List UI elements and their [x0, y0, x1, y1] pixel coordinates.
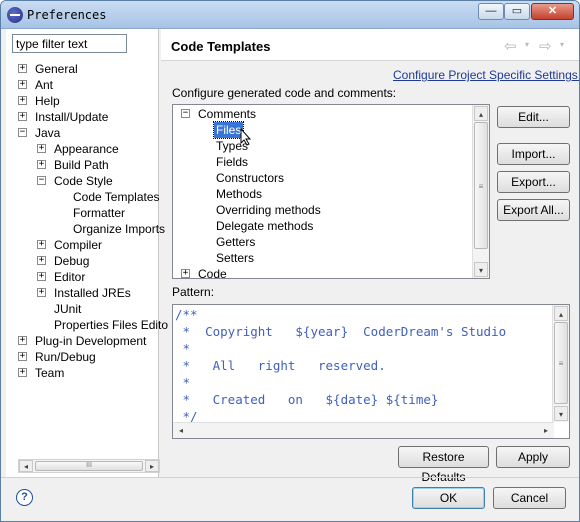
tree-item-label: Team — [35, 366, 65, 380]
tree-item-label: JUnit — [54, 302, 82, 316]
maximize-button[interactable]: ▭ — [504, 3, 530, 20]
expand-icon[interactable]: + — [37, 256, 46, 265]
scroll-thumb[interactable]: ≡ — [554, 322, 568, 404]
tree-item-label: Types — [216, 139, 249, 153]
export-all-button[interactable]: Export All... — [497, 199, 570, 221]
scroll-thumb[interactable]: ≡ — [474, 122, 488, 249]
tree-item-label: Properties Files Edito — [54, 318, 169, 332]
tree-item-label: Getters — [216, 235, 256, 249]
expand-icon[interactable]: + — [18, 96, 27, 105]
code-templates-tree: − Comments Files Types Fields Constructo… — [172, 104, 490, 279]
configure-label: Configure generated code and comments: — [172, 86, 397, 100]
scroll-right-icon[interactable]: ▸ — [145, 460, 159, 472]
expand-icon[interactable]: + — [181, 269, 190, 278]
import-button[interactable]: Import... — [497, 143, 570, 165]
templates-vertical-scrollbar[interactable]: ▴ ≡ ▾ — [472, 105, 489, 278]
tree-item-label: Java — [35, 126, 61, 140]
tree-item-label: Comments — [198, 107, 257, 121]
tree-item-label: Code — [198, 267, 227, 279]
tree-item-label: Delegate methods — [216, 219, 314, 233]
scroll-up-icon[interactable]: ▴ — [554, 306, 568, 321]
pattern-line: /** — [175, 307, 198, 322]
tree-item-label: Files — [212, 121, 245, 139]
page-title: Code Templates — [171, 39, 271, 54]
export-button[interactable]: Export... — [497, 171, 570, 193]
expand-icon[interactable]: + — [37, 144, 46, 153]
tree-item-label: Code Style — [54, 174, 113, 188]
configure-project-settings-link[interactable]: Configure Project Specific Settings... — [393, 68, 579, 82]
back-arrow-icon[interactable]: ⇦ — [504, 37, 517, 55]
preferences-window: Preferences — ▭ ✕ + General + Ant + Help… — [0, 0, 580, 522]
help-icon[interactable]: ? — [16, 489, 33, 506]
scroll-up-icon[interactable]: ▴ — [474, 106, 488, 121]
pattern-line: * All right reserved. — [175, 358, 386, 373]
edit-button[interactable]: Edit... — [497, 106, 570, 128]
collapse-icon[interactable]: − — [37, 176, 46, 185]
nav-horizontal-scrollbar[interactable]: ◂ III ▸ — [18, 459, 160, 473]
cancel-button[interactable]: Cancel — [493, 487, 566, 509]
forward-history-dropdown-icon[interactable]: ▾ — [560, 40, 564, 49]
tree-item-label: Setters — [216, 251, 255, 265]
expand-icon[interactable]: + — [37, 288, 46, 297]
pattern-label: Pattern: — [172, 285, 215, 299]
tree-item-label: General — [35, 62, 78, 76]
apply-button[interactable]: Apply — [496, 446, 570, 468]
tree-item-label: Code Templates — [73, 190, 160, 204]
tree-item-label: Organize Imports — [73, 222, 166, 236]
tree-item-label: Editor — [54, 270, 86, 284]
window-title: Preferences — [27, 8, 107, 22]
eclipse-icon — [7, 7, 23, 23]
tree-item-label: Compiler — [54, 238, 103, 252]
footer-divider — [1, 477, 579, 478]
pattern-line: * — [175, 375, 191, 390]
expand-icon[interactable]: + — [18, 112, 27, 121]
expand-icon[interactable]: + — [37, 160, 46, 169]
collapse-icon[interactable]: − — [181, 109, 190, 118]
expand-icon[interactable]: + — [18, 352, 27, 361]
pattern-vertical-scrollbar[interactable]: ▴ ≡ ▾ — [552, 305, 569, 422]
title-bar: Preferences — ▭ ✕ — [1, 1, 579, 29]
forward-arrow-icon[interactable]: ⇨ — [539, 37, 552, 55]
scroll-right-icon[interactable]: ▸ — [539, 424, 553, 437]
tree-item-label: Methods — [216, 187, 263, 201]
scroll-down-icon[interactable]: ▾ — [474, 262, 488, 277]
tree-item-label: Install/Update — [35, 110, 109, 124]
pattern-editor[interactable]: /** * Copyright ${year} CoderDream's Stu… — [172, 304, 570, 439]
scroll-down-icon[interactable]: ▾ — [554, 406, 568, 421]
expand-icon[interactable]: + — [37, 240, 46, 249]
filter-input[interactable] — [12, 34, 127, 53]
collapse-icon[interactable]: − — [18, 128, 27, 137]
pattern-line: * Copyright ${year} CoderDream's Studio — [175, 324, 507, 339]
scroll-left-icon[interactable]: ◂ — [174, 424, 188, 437]
pattern-line: * — [175, 341, 191, 356]
expand-icon[interactable]: + — [18, 64, 27, 73]
tree-item-label: Run/Debug — [35, 350, 96, 364]
tree-item-label: Ant — [35, 78, 54, 92]
restore-defaults-button[interactable]: Restore Defaults — [398, 446, 489, 484]
minimize-button[interactable]: — — [478, 3, 504, 20]
tree-item-label: Fields — [216, 155, 249, 169]
pattern-line: * Created on ${date} ${time} — [175, 392, 439, 407]
tree-item-label: Debug — [54, 254, 90, 268]
expand-icon[interactable]: + — [18, 80, 27, 89]
tree-item-label: Formatter — [73, 206, 126, 220]
tree-item-label: Help — [35, 94, 60, 108]
expand-icon[interactable]: + — [18, 368, 27, 377]
page-header: Code Templates ⇦ ▾ ⇨ ▾ — [161, 29, 579, 61]
expand-icon[interactable]: + — [37, 272, 46, 281]
close-button[interactable]: ✕ — [531, 3, 574, 20]
back-history-dropdown-icon[interactable]: ▾ — [525, 40, 529, 49]
pattern-horizontal-scrollbar[interactable]: ◂ ▸ — [173, 422, 554, 438]
tree-item-label: Constructors — [216, 171, 285, 185]
scroll-thumb[interactable]: III — [35, 461, 143, 471]
ok-button[interactable]: OK — [412, 487, 485, 509]
tree-item-label: Appearance — [54, 142, 119, 156]
tree-item-label: Build Path — [54, 158, 109, 172]
expand-icon[interactable]: + — [18, 336, 27, 345]
tree-item-label: Overriding methods — [216, 203, 321, 217]
preferences-nav-panel: + General + Ant + Help + Install/Update … — [6, 29, 168, 477]
tree-item-label: Installed JREs — [54, 286, 131, 300]
tree-item-label: Plug-in Development — [35, 334, 147, 348]
scroll-left-icon[interactable]: ◂ — [19, 460, 33, 472]
